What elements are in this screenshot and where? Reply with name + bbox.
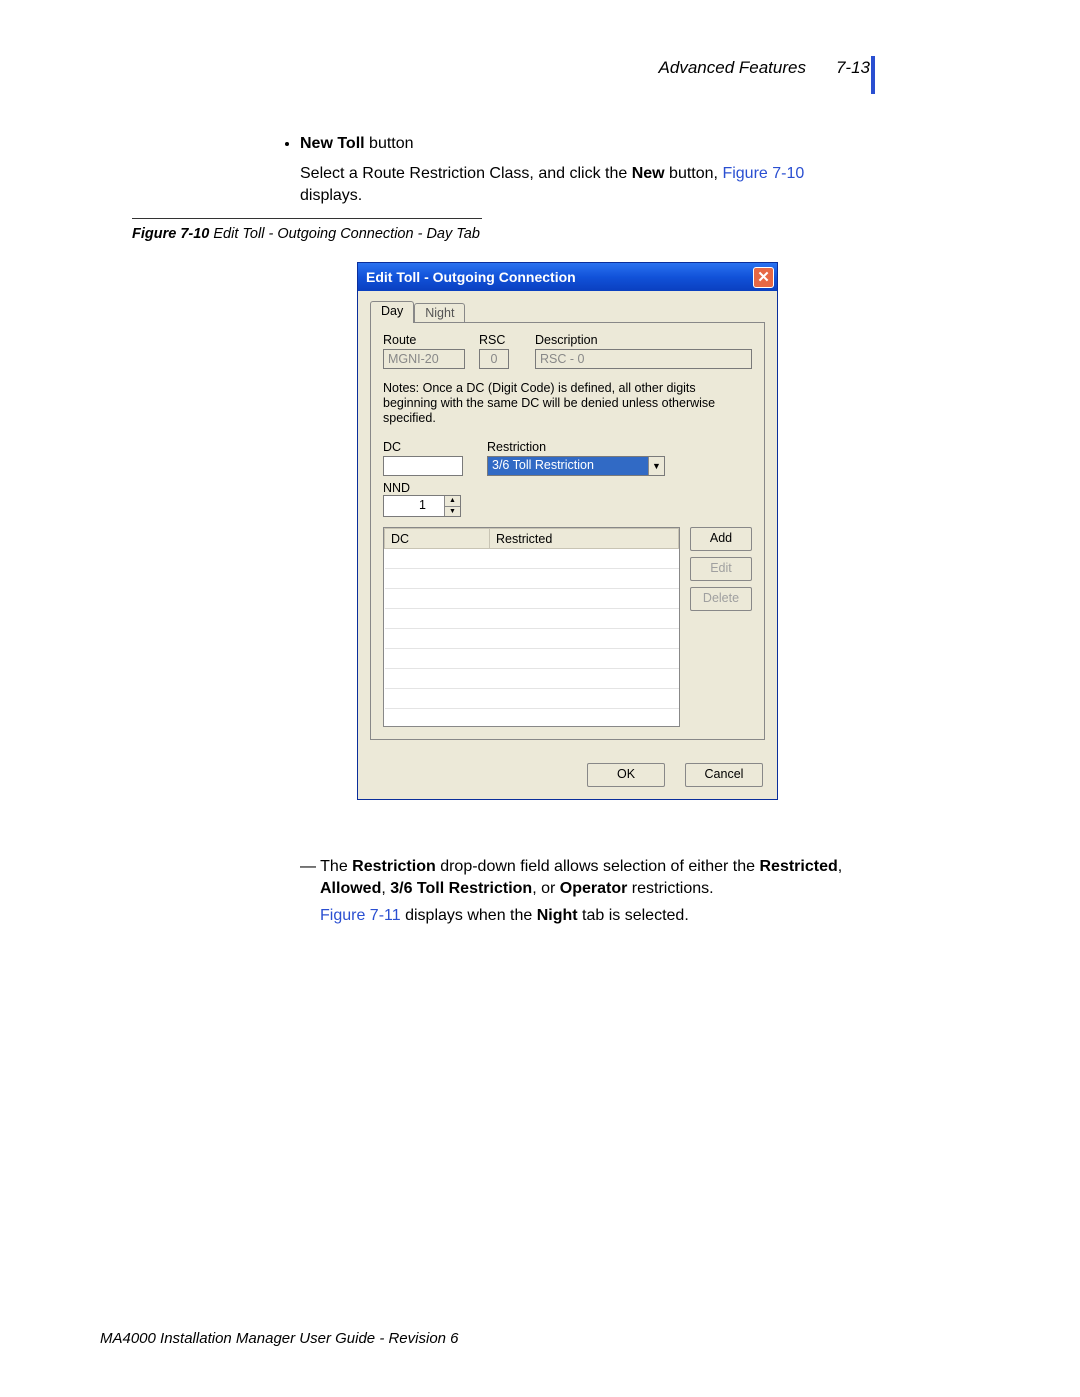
bullet-bold: New Toll [300,135,365,152]
para1-b: button, [665,165,723,182]
page-body: Advanced Features 7-13 New Toll button S… [0,0,1080,1397]
restriction-description: — The Restriction drop-down field allows… [300,856,860,899]
title-bar[interactable]: Edit Toll - Outgoing Connection ✕ [358,263,777,291]
chevron-down-icon[interactable]: ▼ [648,457,664,475]
lower-paragraph-block: — The Restriction drop-down field allows… [300,856,860,927]
figure-caption: Figure 7-10 Edit Toll - Outgoing Connect… [132,218,482,243]
header-section-title: Advanced Features [659,58,806,78]
page-header: Advanced Features 7-13 [659,58,870,78]
bullet-rest: button [365,135,414,152]
tab-panel-day: Route RSC Description Notes: Once a DC (… [370,322,765,740]
spinner-buttons[interactable]: ▲ ▼ [444,496,460,516]
ok-button[interactable]: OK [587,763,665,787]
p2-c: tab is selected. [578,907,689,924]
tab-row: Day Night [370,301,765,323]
txt-b1: Restriction [352,858,436,875]
para1-a: Select a Route Restriction Class, and cl… [300,165,632,182]
edit-toll-dialog: Edit Toll - Outgoing Connection ✕ Day Ni… [357,262,778,800]
p2-a: displays when the [401,907,537,924]
table-row [385,689,679,709]
txt-b5: Operator [560,880,628,897]
txt-a4: , [381,880,390,897]
label-route: Route [383,333,479,347]
table-row [385,569,679,589]
spinner-down-icon[interactable]: ▼ [445,507,460,517]
label-restriction: Restriction [487,440,665,454]
figure-7-10-link[interactable]: Figure 7-10 [722,165,804,182]
paragraph-1: Select a Route Restriction Class, and cl… [300,163,868,206]
table-row [385,649,679,669]
dc-input[interactable] [383,456,463,476]
figure-7-11-link[interactable]: Figure 7-11 [320,907,401,924]
nnd-value: 1 [384,496,444,516]
label-nnd: NND [383,481,410,495]
p2-b: Night [537,907,578,924]
rsc-field [479,349,509,369]
label-rsc: RSC [479,333,535,347]
table-row [385,629,679,649]
table-row [385,609,679,629]
content-block: New Toll button Select a Route Restricti… [278,135,868,216]
txt-a1: The [316,858,352,875]
spinner-up-icon[interactable]: ▲ [445,496,460,507]
bullet-new-toll: New Toll button [300,135,868,153]
restriction-dropdown[interactable]: 3/6 Toll Restriction ▼ [487,456,665,476]
close-button[interactable]: ✕ [753,267,774,288]
tab-day[interactable]: Day [370,301,414,323]
close-icon: ✕ [757,270,770,285]
table-row [385,589,679,609]
col-header-restricted[interactable]: Restricted [490,529,679,549]
dialog-footer: OK Cancel [358,753,777,799]
txt-a3: , [838,858,842,875]
dialog-title: Edit Toll - Outgoing Connection [366,269,576,285]
footer-guide-title: MA4000 Installation Manager User Guide -… [100,1330,459,1347]
edit-button[interactable]: Edit [690,557,752,581]
dash-char: — [300,858,316,875]
txt-b3: Allowed [320,880,381,897]
txt-b2: Restricted [759,858,837,875]
table-row [385,669,679,689]
dialog-body: Day Night Route RSC Description Notes: O… [358,291,777,753]
cancel-button[interactable]: Cancel [685,763,763,787]
txt-a5: , or [532,880,560,897]
notes-text: Notes: Once a DC (Digit Code) is defined… [383,381,752,426]
figure-caption-label: Figure 7-10 [132,226,209,242]
dc-list-table[interactable]: DC Restricted [383,527,680,727]
txt-b4: 3/6 Toll Restriction [390,880,532,897]
restriction-selected: 3/6 Toll Restriction [488,457,648,475]
delete-button[interactable]: Delete [690,587,752,611]
txt-a6: restrictions. [627,880,713,897]
route-field [383,349,465,369]
para1-c: displays. [300,187,362,204]
para1-bold: New [632,165,665,182]
txt-a2: drop-down field allows selection of eith… [436,858,760,875]
header-rule [871,56,875,94]
header-page-number: 7-13 [836,58,870,78]
table-row [385,549,679,569]
night-tab-note: Figure 7-11 displays when the Night tab … [300,905,860,927]
col-header-dc[interactable]: DC [385,529,490,549]
description-field [535,349,752,369]
nnd-spinner[interactable]: 1 ▲ ▼ [383,495,461,517]
label-description: Description [535,333,598,347]
add-button[interactable]: Add [690,527,752,551]
figure-caption-desc: Edit Toll - Outgoing Connection - Day Ta… [209,226,480,242]
label-dc: DC [383,440,463,454]
